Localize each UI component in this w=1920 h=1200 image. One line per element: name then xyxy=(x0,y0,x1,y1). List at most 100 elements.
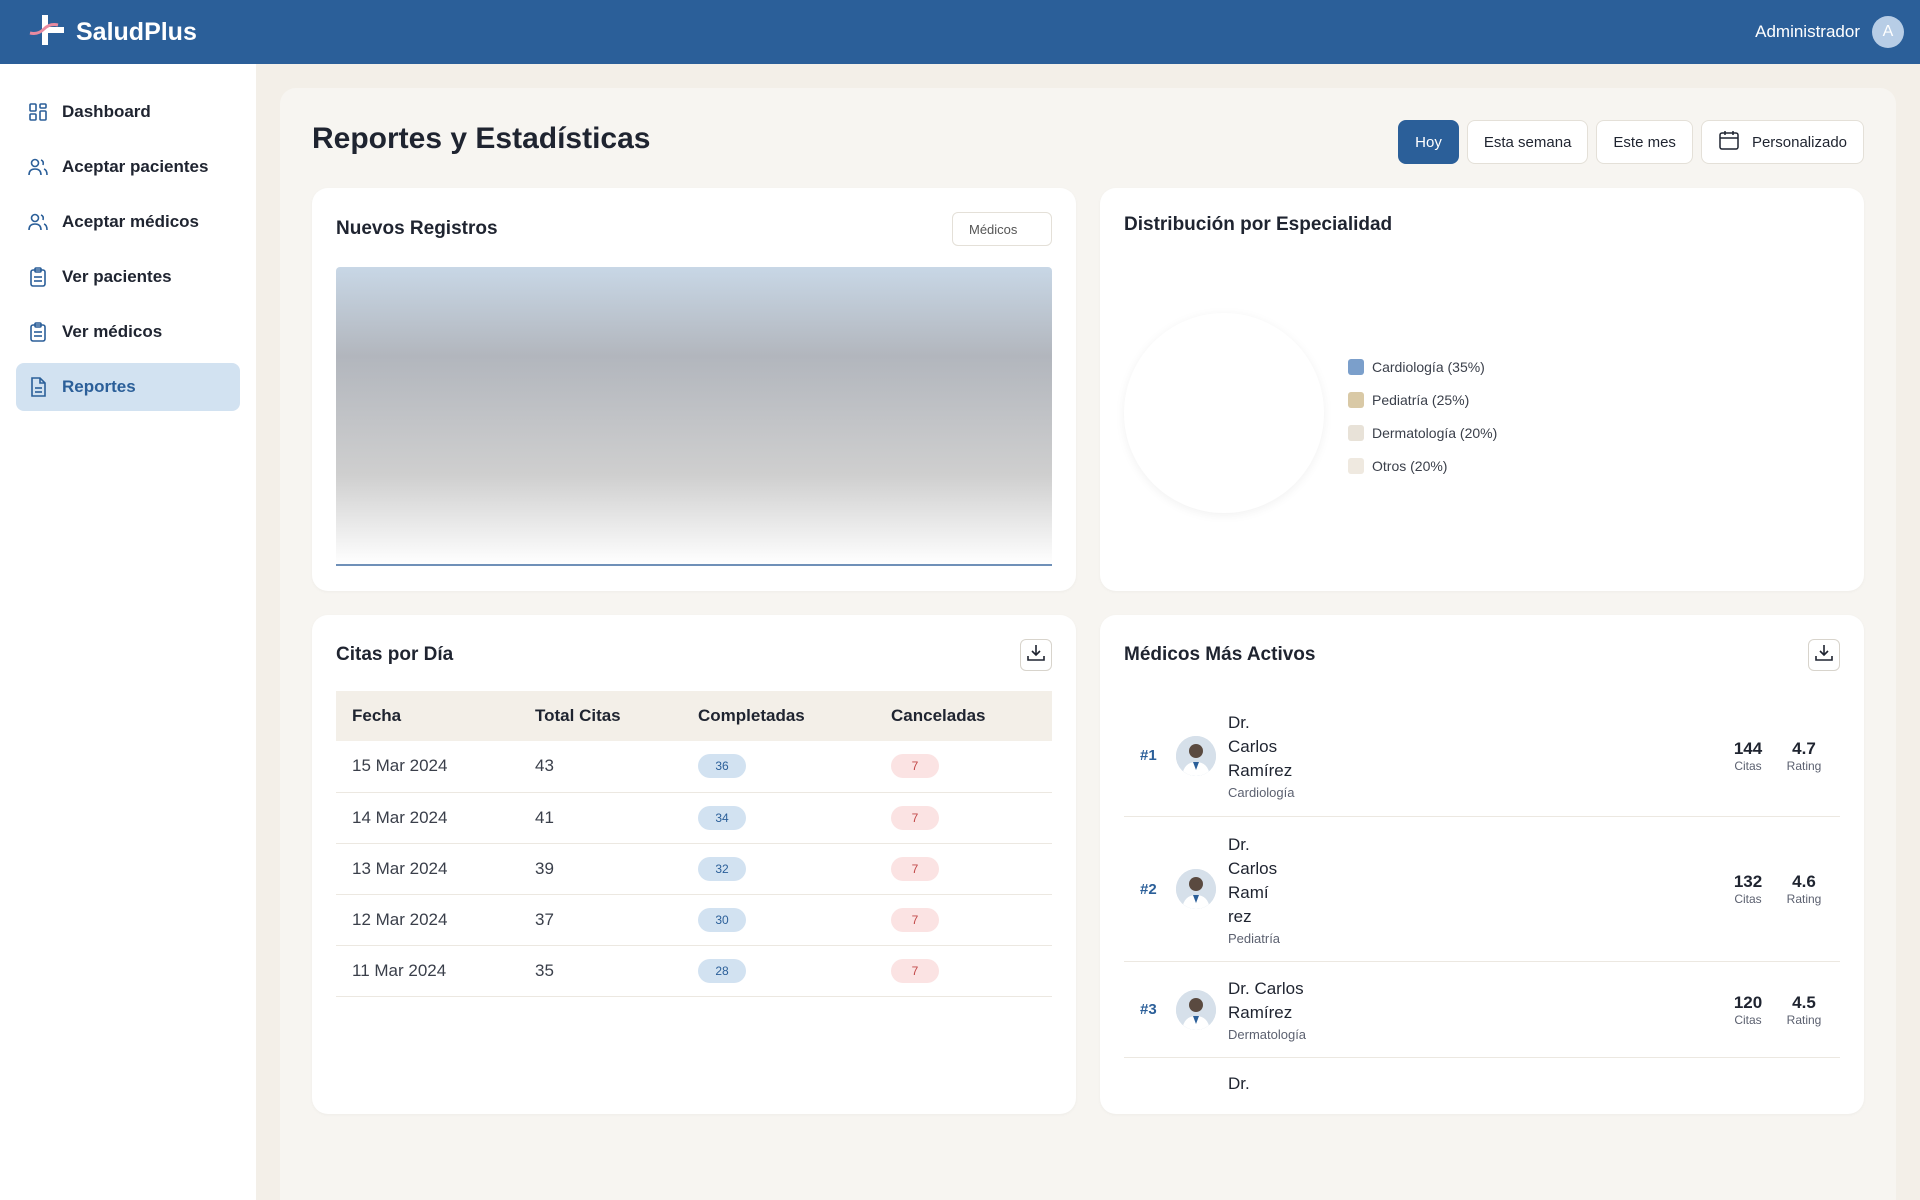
column-header[interactable]: Total Citas xyxy=(519,691,682,741)
column-header[interactable]: Canceladas xyxy=(875,691,1052,741)
most-active-doctors-card: Médicos Más Activos #1 Dr. Carlos Ramíre… xyxy=(1100,615,1864,1114)
chart-fill xyxy=(336,267,1052,565)
cancelled-badge: 7 xyxy=(891,856,939,881)
date-filters: Hoy Esta semana Este mes Personalizado xyxy=(1398,120,1864,164)
column-header[interactable]: Completadas xyxy=(682,691,875,741)
specialty-distribution-card: Distribución por Especialidad Cardiologí… xyxy=(1100,188,1864,591)
main-content: Reportes y Estadísticas Hoy Esta semana … xyxy=(280,88,1896,1200)
completed-badge: 36 xyxy=(698,754,746,779)
sidebar-item-dashboard[interactable]: Dashboard xyxy=(16,88,240,136)
list-item[interactable]: #3 Dr. Carlos Ramírez Dermatología 120 C… xyxy=(1124,962,1840,1058)
date-cell: 15 Mar 2024 xyxy=(336,741,519,793)
sidebar-item-ver-medicos[interactable]: Ver médicos xyxy=(16,308,240,356)
table-row: 13 Mar 2024 39 32 7 xyxy=(336,843,1052,895)
avatar[interactable]: A xyxy=(1872,16,1904,48)
table-row: 14 Mar 2024 41 34 7 xyxy=(336,792,1052,844)
sidebar-item-label: Aceptar pacientes xyxy=(62,157,209,176)
filter-month-button[interactable]: Este mes xyxy=(1596,120,1693,164)
doctor-name-line: Carlos xyxy=(1228,858,1278,878)
doctor-avatar xyxy=(1176,735,1216,776)
brand-name: SaludPlus xyxy=(76,17,197,46)
legend-item: Cardiología (35%) xyxy=(1348,350,1497,383)
total-cell: 35 xyxy=(519,945,682,997)
users-icon xyxy=(28,157,48,177)
doctor-avatar xyxy=(1176,989,1216,1030)
appointments-table: Fecha Total Citas Completadas Canceladas… xyxy=(336,691,1052,997)
cancelled-cell: 7 xyxy=(875,843,1052,895)
filter-week-button[interactable]: Esta semana xyxy=(1466,120,1589,164)
download-icon xyxy=(1814,643,1834,668)
brand[interactable]: SaludPlus xyxy=(28,13,197,52)
legend-swatch xyxy=(1348,424,1364,441)
list-item[interactable]: Dr. xyxy=(1124,1058,1840,1104)
sidebar-item-label: Ver pacientes xyxy=(62,267,172,286)
date-cell: 12 Mar 2024 xyxy=(336,894,519,946)
doctor-avatar xyxy=(1176,869,1216,909)
date-cell: 11 Mar 2024 xyxy=(336,945,519,997)
legend-label: Dermatología (20%) xyxy=(1372,424,1498,441)
sidebar-item-reportes[interactable]: Reportes xyxy=(16,363,240,411)
rating-stat: 4.6 Rating xyxy=(1776,872,1832,906)
column-header[interactable]: Fecha xyxy=(336,691,519,741)
card-title: Médicos Más Activos xyxy=(1124,644,1316,665)
sidebar-item-label: Reportes xyxy=(62,377,136,396)
filter-custom-button[interactable]: Personalizado xyxy=(1700,120,1864,164)
legend-item: Otros (20%) xyxy=(1348,449,1497,482)
doctor-info: Dr. Carlos Ramírez Cardiología xyxy=(1228,711,1720,800)
card-title: Distribución por Especialidad xyxy=(1124,214,1393,235)
doctor-rank: #1 xyxy=(1140,747,1157,764)
sidebar: Dashboard Aceptar pacientes Aceptar médi… xyxy=(0,64,256,1200)
total-cell: 43 xyxy=(519,741,682,793)
completed-cell: 36 xyxy=(682,741,875,793)
completed-cell: 30 xyxy=(682,894,875,946)
filter-custom-label: Personalizado xyxy=(1751,133,1847,151)
list-item[interactable]: #2 Dr. Carlos Ramí rez Pediatría 132 Cit… xyxy=(1124,817,1840,962)
legend-item: Pediatría (25%) xyxy=(1348,383,1497,416)
table-row: 15 Mar 2024 43 36 7 xyxy=(336,741,1052,793)
logo-icon xyxy=(28,13,66,52)
type-select[interactable]: Médicos xyxy=(952,212,1052,246)
completed-cell: 32 xyxy=(682,843,875,895)
date-cell: 14 Mar 2024 xyxy=(336,792,519,844)
filter-today-button[interactable]: Hoy xyxy=(1398,120,1459,164)
sidebar-item-label: Dashboard xyxy=(62,102,151,121)
cancelled-badge: 7 xyxy=(891,805,939,830)
cancelled-badge: 7 xyxy=(891,907,939,932)
doctor-name-line: Dr. Carlos xyxy=(1228,979,1304,998)
legend-label: Pediatría (25%) xyxy=(1372,391,1470,408)
citas-stat: 120 Citas xyxy=(1720,993,1776,1027)
sidebar-item-label: Aceptar médicos xyxy=(62,212,199,231)
rating-label: Rating xyxy=(1786,1012,1822,1027)
card-title: Citas por Día xyxy=(336,644,454,665)
doctor-list: #1 Dr. Carlos Ramírez Cardiología 144 Ci… xyxy=(1124,695,1840,1105)
total-cell: 39 xyxy=(519,843,682,895)
completed-badge: 32 xyxy=(698,856,746,881)
download-button[interactable] xyxy=(1808,639,1840,671)
sidebar-item-aceptar-pacientes[interactable]: Aceptar pacientes xyxy=(16,143,240,191)
specialty-pie-chart xyxy=(1124,313,1324,513)
citas-stat: 132 Citas xyxy=(1720,872,1776,906)
user-menu[interactable]: Administrador A xyxy=(1755,16,1904,48)
doctor-name-line: Ramírez xyxy=(1228,761,1293,780)
clipboard-icon xyxy=(28,322,48,342)
doctor-name-line: Dr. xyxy=(1228,713,1250,732)
citas-label: Citas xyxy=(1734,1012,1762,1027)
cancelled-badge: 7 xyxy=(891,754,939,779)
doctor-name: Dr. Carlos Ramírez xyxy=(1228,977,1720,1025)
sidebar-item-aceptar-medicos[interactable]: Aceptar médicos xyxy=(16,198,240,246)
doctor-name-line: Dr. xyxy=(1228,1074,1250,1093)
clipboard-icon xyxy=(28,267,48,287)
new-registrations-card: Nuevos Registros Médicos xyxy=(312,188,1076,591)
citas-value: 132 xyxy=(1733,872,1763,891)
doctor-name: Dr. Carlos Ramí rez xyxy=(1228,833,1720,929)
list-item[interactable]: #1 Dr. Carlos Ramírez Cardiología 144 Ci… xyxy=(1124,695,1840,817)
download-button[interactable] xyxy=(1020,639,1052,671)
sidebar-item-ver-pacientes[interactable]: Ver pacientes xyxy=(16,253,240,301)
users-icon xyxy=(28,212,48,232)
table-header-row: Fecha Total Citas Completadas Canceladas xyxy=(336,691,1052,741)
citas-label: Citas xyxy=(1734,758,1762,773)
legend-swatch xyxy=(1348,358,1364,375)
cancelled-badge: 7 xyxy=(891,958,939,983)
pie-legend: Cardiología (35%) Pediatría (25%) Dermat… xyxy=(1348,350,1497,482)
rating-stat: 4.5 Rating xyxy=(1776,993,1832,1027)
